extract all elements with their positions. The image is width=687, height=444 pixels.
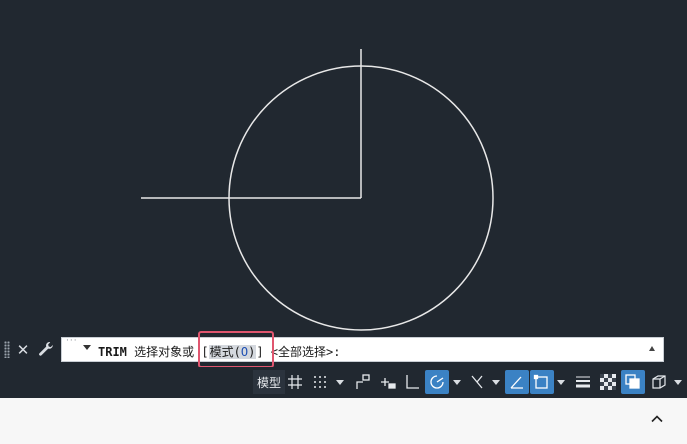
polar-dropdown-icon[interactable] — [453, 380, 461, 385]
object-snap-tracking-icon[interactable] — [505, 370, 529, 394]
3d-object-snap-icon[interactable] — [648, 370, 670, 394]
close-icon[interactable]: ✕ — [14, 340, 32, 360]
selection-cycling-icon[interactable] — [621, 370, 645, 394]
infer-constraints-icon[interactable] — [377, 370, 399, 394]
isodraft-icon[interactable] — [466, 370, 488, 394]
snap-mode-icon[interactable] — [309, 370, 331, 394]
wrench-icon[interactable] — [37, 340, 55, 360]
polar-tracking-icon[interactable] — [425, 370, 449, 394]
command-line-bar: ✕ ··· TRIM 选择对象或 [模式(O)] <全部选择>: — [0, 336, 687, 364]
3d-snap-dropdown-icon[interactable] — [674, 380, 682, 385]
bottom-panel — [0, 398, 687, 444]
option-highlight-box — [198, 331, 274, 368]
model-space-button[interactable]: 模型 — [253, 370, 286, 394]
command-name: TRIM — [98, 345, 127, 359]
snap-dropdown-icon[interactable] — [336, 380, 344, 385]
default-option-text: <全部选择>: — [263, 345, 341, 359]
transparency-icon[interactable] — [597, 370, 619, 394]
grid-icon[interactable] — [284, 370, 306, 394]
lineweight-icon[interactable] — [572, 370, 594, 394]
recent-commands-dropdown-icon[interactable] — [83, 345, 91, 350]
dynamic-input-icon[interactable] — [352, 370, 374, 394]
recent-commands-dots-icon[interactable]: ··· — [66, 336, 78, 346]
object-snap-icon[interactable] — [530, 370, 554, 394]
chevron-up-icon[interactable] — [650, 412, 664, 426]
object-snap-dropdown-icon[interactable] — [557, 380, 565, 385]
ortho-mode-icon[interactable] — [401, 370, 423, 394]
command-input[interactable]: ··· TRIM 选择对象或 [模式(O)] <全部选择>: — [61, 336, 664, 362]
history-scroll-up-icon[interactable] — [649, 346, 655, 351]
isodraft-dropdown-icon[interactable] — [492, 380, 500, 385]
drag-grip-icon[interactable] — [4, 341, 10, 358]
prompt-text: 选择对象或 — [126, 345, 202, 359]
status-bar: 模型 — [0, 367, 687, 397]
